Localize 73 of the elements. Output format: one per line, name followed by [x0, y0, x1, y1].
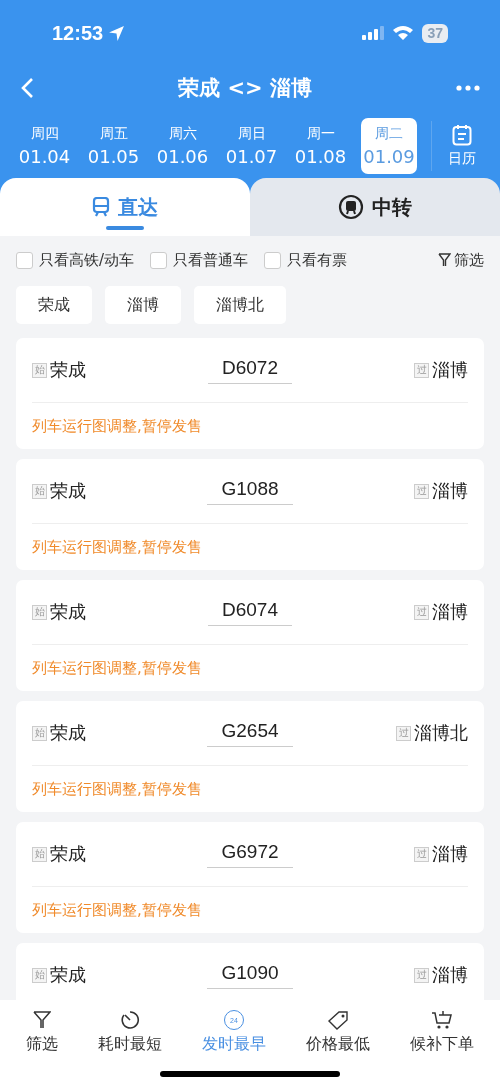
checkbox[interactable]: [150, 251, 168, 269]
calendar-icon: [452, 124, 472, 146]
passing-badge: 过: [414, 362, 429, 378]
status-message: 列车运行图调整,暂停发售: [32, 779, 202, 799]
origin-badge: 始: [32, 725, 47, 741]
passing-badge: 过: [396, 725, 411, 741]
train-card[interactable]: 始 荣成 G6972 过 淄博 列车运行图调整,暂停发售: [16, 822, 484, 933]
status-message: 列车运行图调整,暂停发售: [32, 537, 202, 557]
arrival-station: 淄博: [432, 358, 468, 382]
train-card[interactable]: 始 荣成 D6072 过 淄博 列车运行图调整,暂停发售: [16, 338, 484, 449]
checkbox[interactable]: [264, 251, 282, 269]
origin-badge: 始: [32, 967, 47, 983]
status-time: 12:53: [52, 21, 104, 45]
station-chip[interactable]: 淄博: [105, 286, 181, 324]
train-number: D6072: [208, 356, 292, 384]
departure-station: 荣成: [50, 600, 86, 624]
departure-station: 荣成: [50, 358, 86, 382]
tag-icon: [327, 1010, 349, 1030]
arrival-station: 淄博: [432, 479, 468, 503]
arrival-station: 淄博: [432, 963, 468, 987]
train-card[interactable]: 始 荣成 D6074 过 淄博 列车运行图调整,暂停发售: [16, 580, 484, 691]
status-message: 列车运行图调整,暂停发售: [32, 900, 202, 920]
train-number: G1090: [207, 961, 293, 989]
arrival-station: 淄博: [432, 600, 468, 624]
train-number: G6972: [207, 840, 293, 868]
train-card[interactable]: 始 荣成 G1090 过 淄博: [16, 943, 484, 1000]
route-title: 荣成 <> 淄博: [178, 75, 312, 102]
train-circle-icon: [338, 194, 364, 220]
departure-station: 荣成: [50, 842, 86, 866]
more-icon[interactable]: [456, 85, 480, 91]
train-number: D6074: [208, 598, 292, 626]
filter-link[interactable]: 筛选: [454, 250, 484, 270]
status-message: 列车运行图调整,暂停发售: [32, 416, 202, 436]
filter-icon: [33, 1011, 51, 1029]
tab[interactable]: 中转: [250, 178, 500, 236]
checkbox-label[interactable]: 只看高铁/动车: [39, 250, 135, 270]
departure-station: 荣成: [50, 479, 86, 503]
wifi-icon: [392, 25, 415, 41]
sort-tab[interactable]: 候补下单: [410, 1008, 474, 1055]
train-card[interactable]: 始 荣成 G2654 过 淄博北 列车运行图调整,暂停发售: [16, 701, 484, 812]
origin-badge: 始: [32, 483, 47, 499]
departure-station: 荣成: [50, 721, 86, 745]
passing-badge: 过: [414, 604, 429, 620]
train-number: G2654: [207, 719, 293, 747]
arrival-station: 淄博北: [414, 721, 468, 745]
back-icon[interactable]: [20, 77, 34, 99]
checkbox[interactable]: [16, 251, 33, 269]
train-number: G1088: [207, 477, 293, 505]
sort-tab[interactable]: 筛选: [26, 1008, 58, 1055]
location-arrow-icon: [108, 24, 126, 42]
sort-tab[interactable]: 价格最低: [306, 1008, 370, 1055]
status-message: 列车运行图调整,暂停发售: [32, 658, 202, 678]
station-chip[interactable]: 淄博北: [194, 286, 286, 324]
filter-icon[interactable]: [438, 253, 451, 267]
train-icon: [92, 197, 110, 217]
arrival-station: 淄博: [432, 842, 468, 866]
checkbox-label[interactable]: 只看有票: [287, 250, 348, 270]
tab[interactable]: 直达: [0, 178, 250, 236]
sort-tab[interactable]: 耗时最短: [98, 1008, 162, 1055]
cart-icon: [431, 1010, 453, 1030]
passing-badge: 过: [414, 483, 429, 499]
passing-badge: 过: [414, 846, 429, 862]
passing-badge: 过: [414, 967, 429, 983]
signal-icon: [362, 26, 385, 40]
checkbox-label[interactable]: 只看普通车: [173, 250, 249, 270]
origin-badge: 始: [32, 362, 47, 378]
battery-level: 37: [422, 23, 448, 43]
station-chip[interactable]: 荣成: [16, 286, 92, 324]
origin-badge: 始: [32, 846, 47, 862]
origin-badge: 始: [32, 604, 47, 620]
departure-station: 荣成: [50, 963, 86, 987]
train-card[interactable]: 始 荣成 G1088 过 淄博 列车运行图调整,暂停发售: [16, 459, 484, 570]
timer-icon: [120, 1010, 140, 1030]
